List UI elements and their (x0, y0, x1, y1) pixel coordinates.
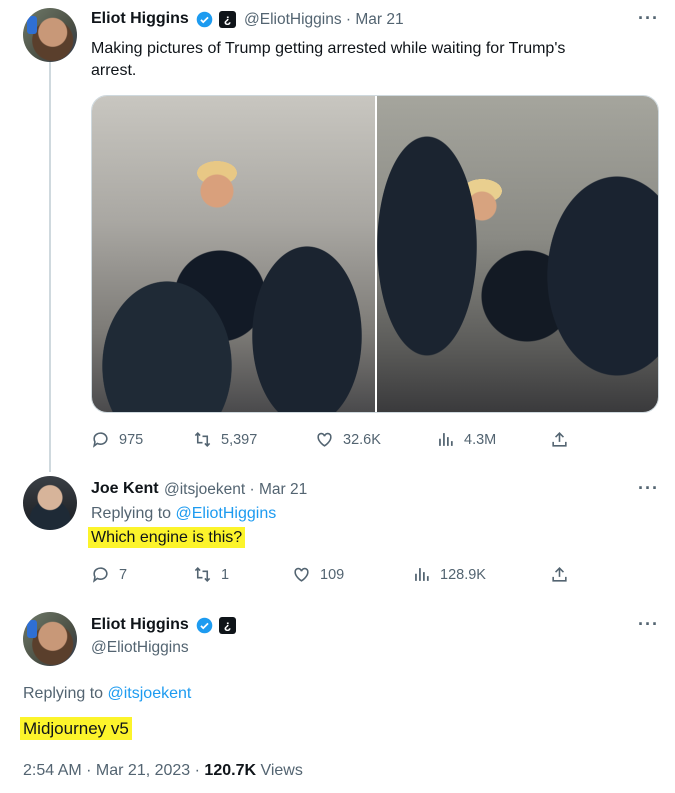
more-options-icon[interactable]: ··· (638, 8, 659, 29)
more-options-icon[interactable]: ··· (638, 478, 659, 499)
views-icon (415, 568, 429, 581)
tweet-meta: @EliotHiggins · Mar 21 (244, 11, 404, 28)
reply-button[interactable]: 975 (91, 430, 143, 449)
reply-icon (92, 567, 108, 583)
tweet-full-date[interactable]: Mar 21, 2023 (96, 762, 190, 779)
avatar-eliot-higgins[interactable] (23, 8, 77, 62)
replying-to-label: Replying to (91, 505, 172, 522)
view-count: 128.9K (440, 566, 486, 583)
affiliate-badge-icon: ¿ (219, 617, 236, 634)
arrest-image-1[interactable] (92, 96, 375, 412)
views-icon (439, 433, 453, 446)
reply-count: 7 (119, 566, 128, 583)
thread-connector-line (49, 62, 51, 472)
reply-icon (92, 432, 108, 448)
replying-to: Replying to @itsjoekent (23, 685, 191, 703)
author-name[interactable]: Eliot Higgins (91, 616, 189, 634)
heart-icon (317, 432, 332, 447)
views-count: 120.7K (204, 762, 257, 779)
highlighted-text: Which engine is this? (88, 527, 246, 548)
like-button[interactable]: 32.6K (315, 430, 381, 449)
views-button[interactable]: 128.9K (412, 565, 486, 584)
like-count: 109 (320, 566, 345, 583)
more-options-icon[interactable]: ··· (638, 614, 659, 635)
tweet-text-line-1: Making pictures of Trump getting arreste… (91, 40, 566, 57)
tweet-date[interactable]: Mar 21 (355, 11, 403, 28)
view-count: 4.3M (464, 431, 497, 448)
like-button[interactable]: 109 (292, 565, 344, 584)
tweet-footer: 2:54 AM · Mar 21, 2023 · 120.7K Views (23, 762, 303, 779)
media-grid (91, 95, 659, 413)
retweet-button[interactable]: 1 (193, 565, 229, 584)
tweet-time[interactable]: 2:54 AM (23, 762, 82, 779)
tweet-meta: @itsjoekent · Mar 21 (164, 481, 308, 498)
tweet-date[interactable]: Mar 21 (259, 481, 307, 498)
like-count: 32.6K (343, 431, 381, 448)
arrest-image-2[interactable] (377, 96, 658, 412)
views-label: Views (260, 762, 303, 779)
author-name[interactable]: Eliot Higgins (91, 10, 189, 28)
tweet-text: Midjourney v5 (20, 717, 132, 740)
share-button[interactable] (550, 565, 569, 584)
replying-to-label: Replying to (23, 685, 104, 702)
author-name[interactable]: Joe Kent (91, 480, 159, 498)
retweet-icon (194, 567, 211, 582)
retweet-count: 1 (221, 566, 230, 583)
replying-to: Replying to @EliotHiggins (91, 505, 276, 523)
share-icon (552, 567, 567, 582)
tweet-text: Making pictures of Trump getting arreste… (91, 38, 651, 82)
author-handle[interactable]: @EliotHiggins (91, 639, 189, 657)
tweet-text: Which engine is this? (88, 527, 246, 549)
views-button[interactable]: 4.3M (436, 430, 496, 449)
author-handle[interactable]: @EliotHiggins (244, 11, 342, 28)
avatar-eliot-higgins[interactable] (23, 612, 77, 666)
retweet-button[interactable]: 5,397 (193, 430, 257, 449)
reply-button[interactable]: 7 (91, 565, 127, 584)
tweet-text-line-2: arrest. (91, 62, 137, 79)
highlighted-text: Midjourney v5 (20, 717, 132, 740)
share-icon (552, 432, 567, 447)
verified-badge-icon (196, 617, 213, 634)
heart-icon (294, 567, 309, 582)
share-button[interactable] (550, 430, 569, 449)
author-handle[interactable]: @itsjoekent (164, 481, 245, 498)
reply-count: 975 (119, 431, 144, 448)
retweet-count: 5,397 (221, 431, 258, 448)
retweet-icon (194, 432, 211, 447)
replying-to-handle[interactable]: @EliotHiggins (176, 505, 277, 522)
replying-to-handle[interactable]: @itsjoekent (108, 685, 192, 702)
verified-badge-icon (196, 11, 213, 28)
affiliate-badge-icon: ¿ (219, 11, 236, 28)
avatar-joe-kent[interactable] (23, 476, 77, 530)
